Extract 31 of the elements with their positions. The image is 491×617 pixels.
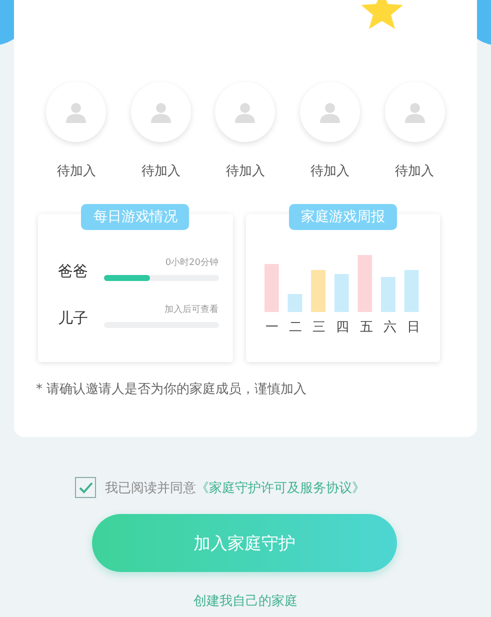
play-time: 加入后可查看 xyxy=(164,304,218,316)
member-status: 待加入 xyxy=(395,163,434,180)
person-icon xyxy=(65,101,88,123)
agreement-text: 我已阅读并同意《家庭守护许可及服务协议》 xyxy=(105,480,365,496)
person-icon xyxy=(319,101,342,123)
person-icon xyxy=(234,101,256,123)
create-family-link[interactable]: 创建我自己的家庭 xyxy=(0,592,491,610)
member-status: 待加入 xyxy=(141,163,180,180)
agreement-link[interactable]: 《家庭守护许可及服务协议》 xyxy=(196,480,365,496)
member-status: 待加入 xyxy=(310,163,350,180)
day-label: 三 xyxy=(312,319,326,336)
member-status: 待加入 xyxy=(56,163,96,180)
day-label: 二 xyxy=(289,319,302,336)
warning-note: * 请确认邀请人是否为你的家庭成员，谨慎加入 xyxy=(36,381,308,398)
day-label: 日 xyxy=(406,319,420,336)
member-status: 待加入 xyxy=(226,163,265,180)
member-name: 儿子 xyxy=(58,309,89,328)
person-icon xyxy=(404,101,426,123)
day-label: 五 xyxy=(360,319,373,336)
check-icon xyxy=(78,482,92,494)
join-button[interactable]: 加入家庭守护 xyxy=(92,514,397,572)
person-icon xyxy=(150,101,172,123)
day-label: 四 xyxy=(336,319,350,336)
day-label: 一 xyxy=(266,319,278,336)
agree-checkbox[interactable] xyxy=(75,477,96,498)
day-label: 六 xyxy=(383,319,396,336)
panel-title: 家庭游戏周报 xyxy=(288,204,397,230)
star-icon xyxy=(359,0,405,30)
member-name: 爸爸 xyxy=(58,262,89,281)
panel-title: 每日游戏情况 xyxy=(81,204,190,230)
play-time: 0小时20分钟 xyxy=(165,256,218,269)
